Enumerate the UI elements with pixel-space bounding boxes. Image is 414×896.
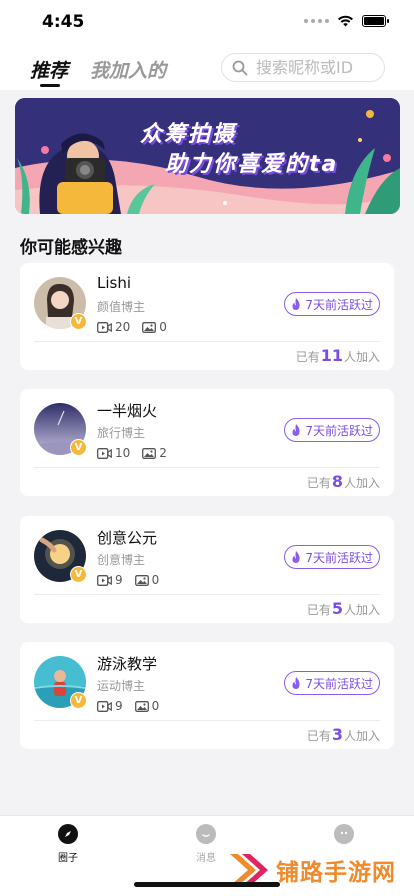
active-status-text: 7天前活跃过 <box>305 423 373 438</box>
creator-name: 一半烟火 <box>97 402 158 420</box>
join-number: 8 <box>331 472 343 491</box>
search-icon <box>232 60 248 75</box>
creator-stats: 9 0 <box>97 699 171 713</box>
creator-card[interactable]: V 游泳教学 运动博主 9 0 7天前活跃过 已有 3 人加入 <box>20 642 394 749</box>
video-icon <box>97 574 112 586</box>
tab-underline <box>40 84 60 87</box>
photo-icon <box>142 447 157 459</box>
creator-name: Lishi <box>97 274 132 292</box>
active-status-badge: 7天前活跃过 <box>284 418 380 442</box>
video-count: 10 <box>115 446 131 460</box>
creator-stats: 20 0 <box>97 320 179 334</box>
creator-name: 创意公元 <box>97 529 158 547</box>
photo-icon <box>134 574 149 586</box>
header: 推荐 我加入的 <box>0 44 414 90</box>
photo-count: 0 <box>151 573 160 587</box>
compass-icon <box>58 824 78 844</box>
creator-name: 游泳教学 <box>97 655 158 673</box>
creator-stats: 10 2 <box>97 446 179 460</box>
divider <box>34 341 380 342</box>
join-count: 已有 5 人加入 <box>307 599 380 618</box>
creator-category: 旅行博主 <box>97 426 146 440</box>
photo-icon <box>142 321 157 333</box>
active-status-text: 7天前活跃过 <box>305 297 373 312</box>
verified-badge-icon: V <box>70 313 87 330</box>
flame-icon <box>292 677 300 689</box>
active-status-badge: 7天前活跃过 <box>284 292 380 316</box>
active-status-text: 7天前活跃过 <box>305 676 373 691</box>
active-status-badge: 7天前活跃过 <box>284 671 380 695</box>
photo-count: 2 <box>159 446 167 460</box>
promo-banner[interactable]: 众筹拍摄 助力你喜爱的ta <box>15 98 400 214</box>
flame-icon <box>292 551 300 563</box>
video-icon <box>97 700 112 712</box>
search-box[interactable] <box>221 53 385 82</box>
section-title: 你可能感兴趣 <box>20 238 122 258</box>
creator-category: 颜值博主 <box>97 300 146 314</box>
video-icon <box>97 447 112 459</box>
join-number: 3 <box>331 725 343 744</box>
banner-pagination-dot <box>223 201 227 205</box>
photo-icon <box>134 700 149 712</box>
banner-title-line1: 众筹拍摄 <box>140 122 237 147</box>
divider <box>34 720 380 721</box>
signal-icon <box>304 19 329 23</box>
tabbar-item-messages[interactable]: 消息 <box>176 824 236 864</box>
video-count: 9 <box>115 573 123 587</box>
verified-badge-icon: V <box>70 566 87 583</box>
status-bar: 4:45 <box>0 0 414 44</box>
join-prefix: 已有 <box>306 603 331 617</box>
join-suffix: 人加入 <box>343 350 380 364</box>
active-status-text: 7天前活跃过 <box>305 550 373 565</box>
flame-icon <box>292 298 300 310</box>
verified-badge-icon: V <box>70 439 87 456</box>
tabbar-item-circle[interactable]: 圈子 <box>38 824 98 864</box>
divider <box>34 594 380 595</box>
photo-count: 0 <box>159 320 167 334</box>
join-count: 已有 8 人加入 <box>307 472 380 491</box>
video-count: 20 <box>115 320 131 334</box>
status-time: 4:45 <box>42 12 85 32</box>
join-number: 11 <box>320 346 343 365</box>
join-prefix: 已有 <box>306 729 331 743</box>
creator-card[interactable]: V 一半烟火 旅行博主 10 2 7天前活跃过 已有 8 人加入 <box>20 389 394 496</box>
creator-category: 创意博主 <box>97 553 146 567</box>
tabbar-label: 消息 <box>196 853 216 864</box>
search-input[interactable] <box>256 58 376 77</box>
flame-icon <box>292 424 300 436</box>
wifi-icon <box>338 15 353 27</box>
tabbar-label: 圈子 <box>58 853 78 864</box>
creator-category: 运动博主 <box>97 679 146 693</box>
watermark-text: 铺路手游网 <box>276 860 396 886</box>
creator-card[interactable]: V Lishi 颜值博主 20 0 7天前活跃过 已有 11 人加入 <box>20 263 394 370</box>
verified-badge-icon: V <box>70 692 87 709</box>
profile-icon <box>334 824 354 844</box>
battery-icon <box>362 15 389 27</box>
join-count: 已有 11 人加入 <box>296 346 380 365</box>
join-suffix: 人加入 <box>343 729 380 743</box>
photo-count: 0 <box>151 699 160 713</box>
join-prefix: 已有 <box>306 476 331 490</box>
join-count: 已有 3 人加入 <box>307 725 380 744</box>
active-status-badge: 7天前活跃过 <box>284 545 380 569</box>
status-icons <box>304 15 389 27</box>
creator-stats: 9 0 <box>97 573 171 587</box>
join-suffix: 人加入 <box>343 603 380 617</box>
join-prefix: 已有 <box>295 350 320 364</box>
join-suffix: 人加入 <box>343 476 380 490</box>
creator-card[interactable]: V 创意公元 创意博主 9 0 7天前活跃过 已有 5 人加入 <box>20 516 394 623</box>
tabbar-item-profile[interactable] <box>314 824 374 844</box>
video-icon <box>97 321 112 333</box>
message-icon <box>196 824 216 844</box>
video-count: 9 <box>115 699 123 713</box>
tab-joined[interactable]: 我加入的 <box>90 56 166 83</box>
banner-title-line2: 助力你喜爱的ta <box>165 152 339 177</box>
tab-recommend[interactable]: 推荐 <box>30 56 68 83</box>
join-number: 5 <box>331 599 343 618</box>
divider <box>34 467 380 468</box>
home-indicator <box>134 882 280 887</box>
